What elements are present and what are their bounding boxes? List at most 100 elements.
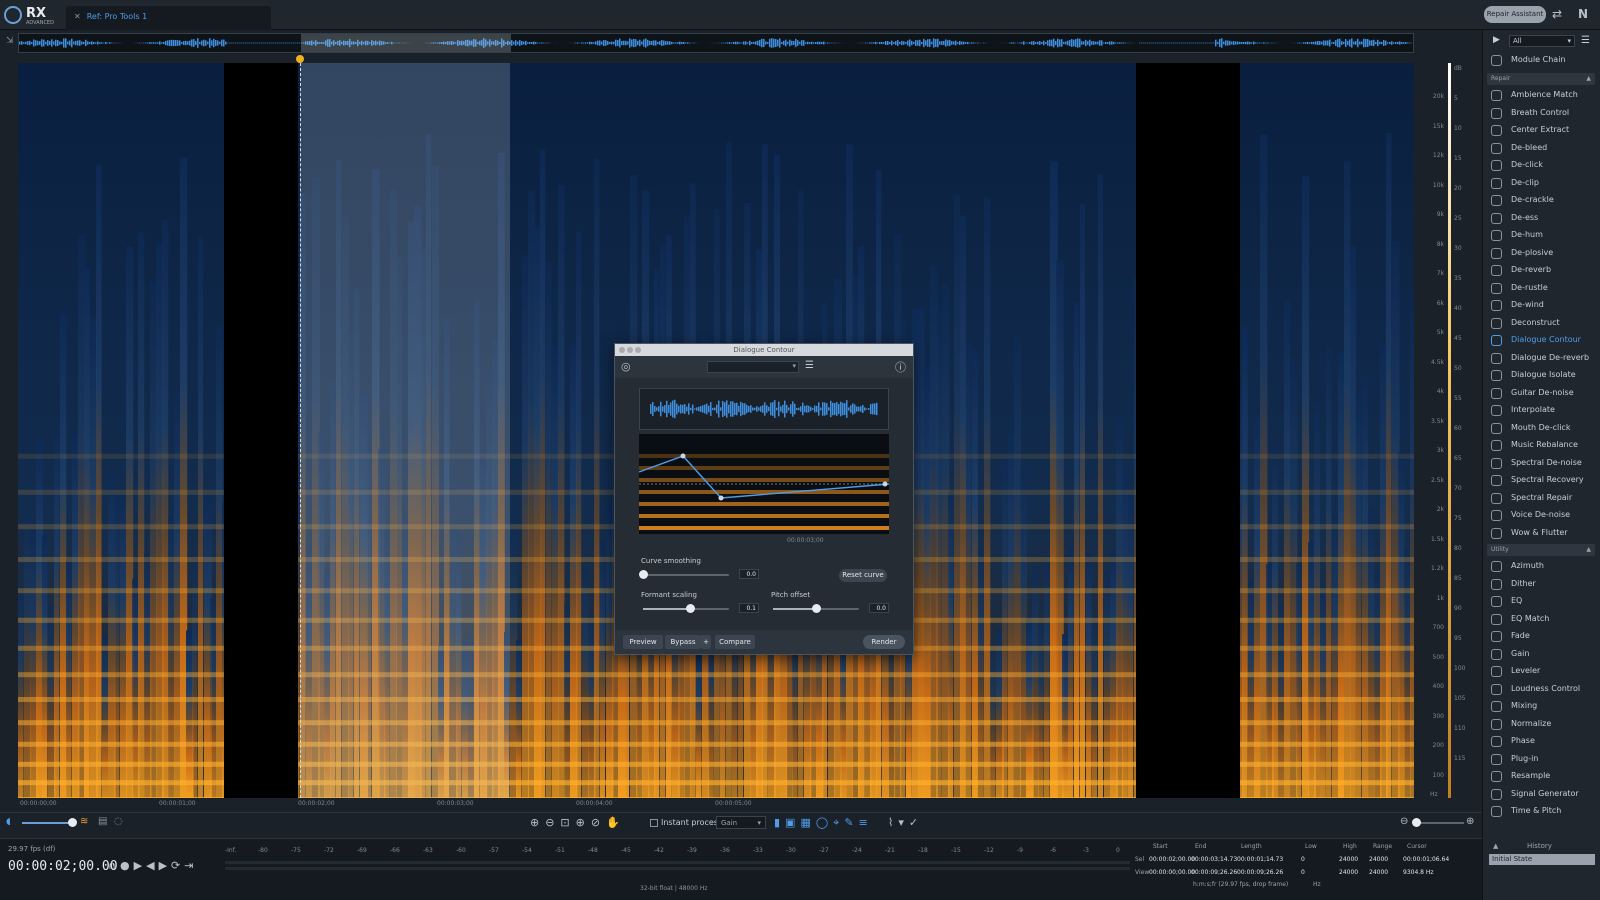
module-item-de-hum[interactable]: De-hum (1489, 227, 1597, 244)
sel-value[interactable]: 24000 (1369, 856, 1388, 863)
zoom-slider-knob[interactable] (1412, 818, 1421, 827)
preview-button[interactable]: Preview (623, 635, 663, 649)
dialog-close-icon[interactable] (619, 347, 625, 353)
close-tab-icon[interactable]: ✕ (74, 12, 81, 21)
history-item[interactable]: Initial State (1489, 854, 1595, 865)
module-item-ambience-match[interactable]: Ambience Match (1489, 87, 1597, 104)
module-item-dialogue-isolate[interactable]: Dialogue Isolate (1489, 367, 1597, 384)
render-button[interactable]: Render (863, 635, 905, 649)
module-item-dither[interactable]: Dither (1489, 576, 1597, 593)
module-item-signal-generator[interactable]: Signal Generator (1489, 786, 1597, 803)
module-item-voice-de-noise[interactable]: Voice De-noise (1489, 507, 1597, 524)
pitch-offset-value[interactable]: 0.0 (869, 603, 889, 613)
module-item-de-plosive[interactable]: De-plosive (1489, 245, 1597, 262)
sel-value[interactable]: 24000 (1339, 856, 1358, 863)
view-value[interactable]: 24000 (1339, 869, 1358, 876)
module-item-interpolate[interactable]: Interpolate (1489, 402, 1597, 419)
module-item-fade[interactable]: Fade (1489, 628, 1597, 645)
module-item-gain[interactable]: Gain (1489, 646, 1597, 663)
repair-section-header[interactable]: Repair ▲ (1487, 73, 1595, 85)
compare-button[interactable]: Compare (715, 635, 755, 649)
module-item-mouth-de-click[interactable]: Mouth De-click (1489, 420, 1597, 437)
help-icon[interactable]: ⓘ (895, 359, 906, 375)
instant-process-mode-select[interactable]: Gain ▾ (716, 816, 766, 829)
module-item-de-wind[interactable]: De-wind (1489, 297, 1597, 314)
curve-smoothing-slider[interactable] (639, 570, 729, 579)
module-filter-select[interactable]: All ▾ (1509, 35, 1575, 47)
module-item-plug-in[interactable]: Plug-in (1489, 751, 1597, 768)
view-value[interactable]: 00:00:00;00.00 (1149, 869, 1195, 876)
comment-icon[interactable]: ◌ (114, 816, 123, 827)
module-chain-item[interactable]: Module Chain (1489, 52, 1597, 69)
selection-tools[interactable]: ▮▣▦◯⌖✎≡ (774, 816, 873, 830)
sel-value[interactable]: 00:00:01;14.73 (1237, 856, 1283, 863)
view-value[interactable]: 9304.8 Hz (1403, 869, 1434, 876)
module-item-wow-flutter[interactable]: Wow & Flutter (1489, 525, 1597, 542)
pitch-contour-view[interactable] (639, 434, 889, 534)
add-compare-button[interactable]: + (701, 635, 711, 649)
timecode-display[interactable]: 00:00:02;00.00 (8, 859, 118, 874)
module-item-deconstruct[interactable]: Deconstruct (1489, 315, 1597, 332)
formant-scaling-slider[interactable] (643, 604, 729, 613)
overview-selection[interactable] (301, 34, 511, 52)
view-value[interactable]: 00:00:09;26.26 (1191, 869, 1237, 876)
module-item-dialogue-de-reverb[interactable]: Dialogue De-reverb (1489, 350, 1597, 367)
history-collapse-icon[interactable]: ▲ (1493, 842, 1498, 850)
module-item-de-rustle[interactable]: De-rustle (1489, 280, 1597, 297)
sync-icon[interactable]: ⇄ (1552, 7, 1562, 21)
zoom-slider[interactable] (1414, 822, 1464, 824)
module-item-time-pitch[interactable]: Time & Pitch (1489, 803, 1597, 820)
spectrogram-selection[interactable] (300, 63, 510, 798)
sel-value[interactable]: 00:00:02;00.00 (1149, 856, 1195, 863)
curve-node[interactable] (882, 481, 888, 487)
slider-knob[interactable] (639, 570, 648, 579)
slider-knob[interactable] (812, 604, 821, 613)
collapse-icon[interactable]: ▲ (1586, 546, 1591, 553)
sel-value[interactable]: 00:00:01;06.64 (1403, 856, 1449, 863)
module-item-de-clip[interactable]: De-clip (1489, 175, 1597, 192)
module-item-spectral-de-noise[interactable]: Spectral De-noise (1489, 455, 1597, 472)
module-item-loudness-control[interactable]: Loudness Control (1489, 681, 1597, 698)
opacity-slider-knob[interactable] (68, 818, 77, 827)
collapse-overview-icon[interactable]: ⇲ (6, 36, 14, 46)
curve-node[interactable] (680, 453, 686, 459)
menu-icon[interactable]: ☰ (1581, 35, 1590, 46)
module-item-eq-match[interactable]: EQ Match (1489, 611, 1597, 628)
dialog-title-bar[interactable]: Dialogue Contour (615, 344, 913, 356)
repair-assistant-button[interactable]: Repair Assistant (1484, 6, 1546, 23)
module-item-mixing[interactable]: Mixing (1489, 698, 1597, 715)
dialog-maximize-icon[interactable] (635, 347, 641, 353)
module-item-music-rebalance[interactable]: Music Rebalance (1489, 437, 1597, 454)
fps-select[interactable]: 29.97 fps (df) (8, 845, 55, 853)
zoom-in-icon[interactable]: ⊕ (1466, 816, 1474, 827)
brush-tools[interactable]: ⌇▾✓ (888, 816, 923, 829)
module-item-eq[interactable]: EQ (1489, 593, 1597, 610)
module-item-de-crackle[interactable]: De-crackle (1489, 192, 1597, 209)
transport-controls[interactable]: ∩●▶◀▶⟳⇥ (108, 859, 197, 872)
spectrogram-toggle-icon[interactable]: ≋ (80, 816, 88, 827)
file-tab[interactable]: ✕ Ref: Pro Tools 1 (66, 6, 271, 30)
ni-logo-icon[interactable]: N (1578, 7, 1588, 21)
zoom-tools[interactable]: ⊕⊖⊡⊕⊘✋ (530, 816, 626, 829)
utility-section-header[interactable]: Utility ▲ (1487, 544, 1595, 556)
module-item-leveler[interactable]: Leveler (1489, 663, 1597, 680)
play-icon[interactable]: ▶ (1493, 35, 1500, 45)
zoom-out-icon[interactable]: ⊖ (1400, 816, 1408, 827)
instant-process-checkbox[interactable] (650, 819, 658, 827)
pitch-offset-slider[interactable] (773, 604, 859, 613)
module-item-de-bleed[interactable]: De-bleed (1489, 140, 1597, 157)
module-item-de-ess[interactable]: De-ess (1489, 210, 1597, 227)
module-item-normalize[interactable]: Normalize (1489, 716, 1597, 733)
playhead-marker[interactable] (296, 55, 304, 63)
module-item-de-click[interactable]: De-click (1489, 157, 1597, 174)
collapse-icon[interactable]: ▲ (1586, 75, 1591, 82)
module-item-de-reverb[interactable]: De-reverb (1489, 262, 1597, 279)
module-item-breath-control[interactable]: Breath Control (1489, 105, 1597, 122)
dialog-minimize-icon[interactable] (627, 347, 633, 353)
slider-knob[interactable] (686, 604, 696, 613)
formant-scaling-value[interactable]: 0.1 (739, 603, 759, 613)
curve-node[interactable] (718, 495, 724, 501)
view-value[interactable]: 00:00:09;26.26 (1237, 869, 1283, 876)
module-item-phase[interactable]: Phase (1489, 733, 1597, 750)
waveform-toggle-icon[interactable]: ◖ (6, 817, 11, 827)
